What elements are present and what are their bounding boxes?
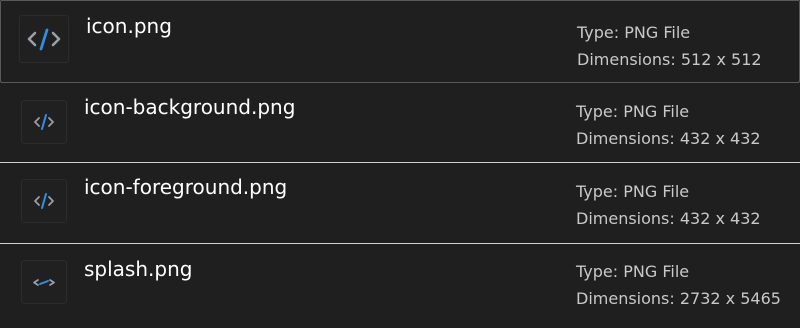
file-name: splash.png xyxy=(84,257,193,281)
file-thumbnail xyxy=(21,260,67,304)
code-brackets-icon xyxy=(27,28,61,51)
file-type: Type: PNG File xyxy=(577,23,691,42)
code-brackets-icon xyxy=(34,114,54,130)
file-name: icon-background.png xyxy=(84,95,296,119)
code-brackets-icon xyxy=(33,279,55,286)
list-item[interactable]: icon-foreground.png Type: PNG File Dimen… xyxy=(0,163,800,244)
file-type: Type: PNG File xyxy=(576,262,690,281)
file-name: icon.png xyxy=(86,14,172,38)
file-dimensions: Dimensions: 432 x 432 xyxy=(576,209,761,228)
file-thumbnail xyxy=(19,15,69,63)
file-dimensions: Dimensions: 432 x 432 xyxy=(576,129,761,148)
file-thumbnail xyxy=(21,179,67,223)
file-type: Type: PNG File xyxy=(576,182,690,201)
file-name: icon-foreground.png xyxy=(84,175,288,199)
list-item[interactable]: splash.png Type: PNG File Dimensions: 27… xyxy=(0,244,800,328)
code-brackets-icon xyxy=(34,193,54,209)
list-item[interactable]: icon.png Type: PNG File Dimensions: 512 … xyxy=(0,0,800,83)
file-list: icon.png Type: PNG File Dimensions: 512 … xyxy=(0,0,800,328)
list-item[interactable]: icon-background.png Type: PNG File Dimen… xyxy=(0,83,800,163)
file-dimensions: Dimensions: 512 x 512 xyxy=(577,50,762,69)
file-type: Type: PNG File xyxy=(576,102,690,121)
file-dimensions: Dimensions: 2732 x 5465 xyxy=(576,289,781,308)
file-thumbnail xyxy=(21,100,67,144)
